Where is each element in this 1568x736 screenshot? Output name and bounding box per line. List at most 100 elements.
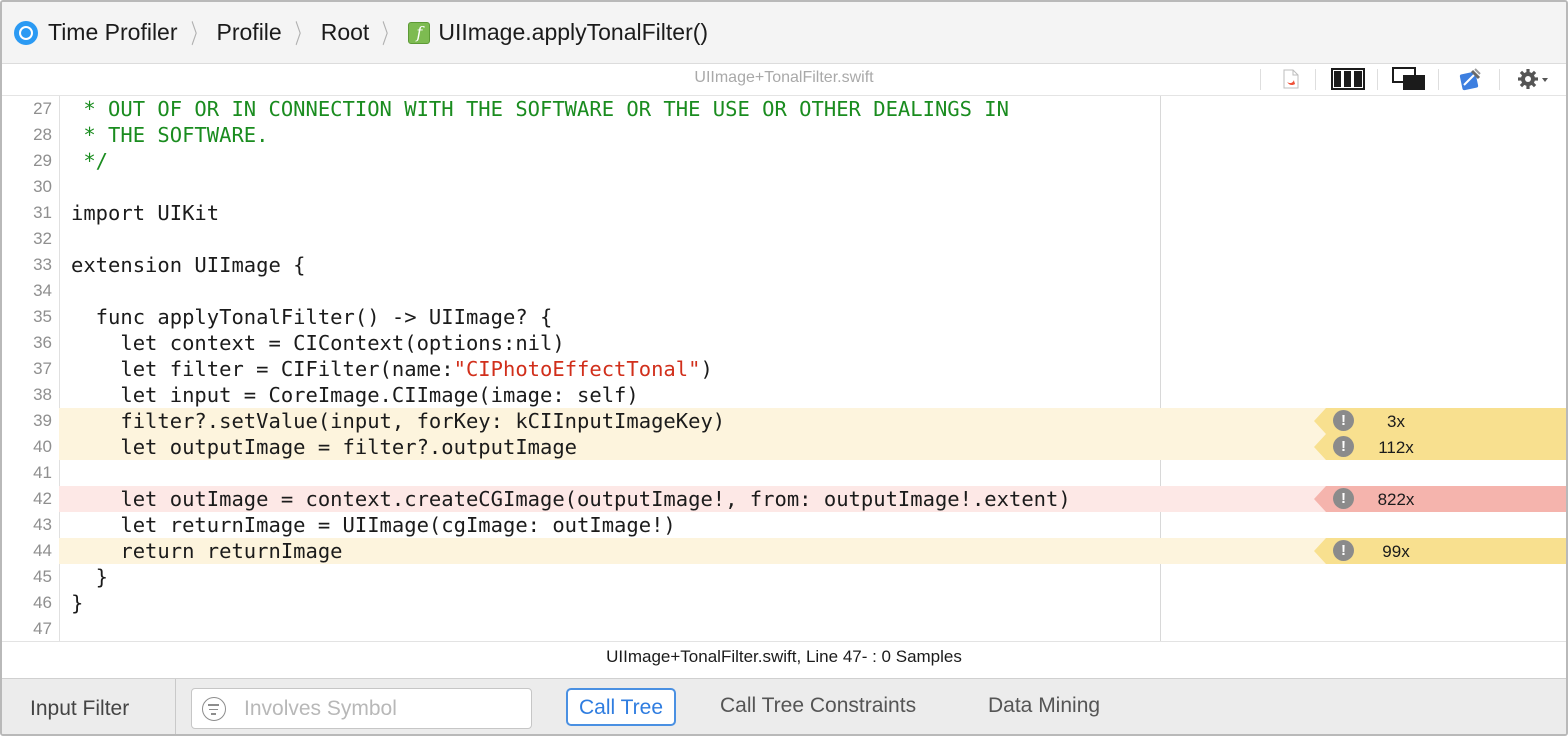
code-line[interactable]: 29 */ xyxy=(2,148,1566,174)
code-token: filter?.setValue(input, forKey: kCIInput… xyxy=(71,409,726,433)
code-token: return returnImage xyxy=(71,539,343,563)
code-text: import UIKit xyxy=(71,200,219,226)
code-line[interactable]: 30 xyxy=(2,174,1566,200)
code-token: import UIKit xyxy=(71,201,220,225)
line-number: 31 xyxy=(33,203,52,222)
line-number: 30 xyxy=(33,177,52,196)
sample-count-badge[interactable]: ! 99x xyxy=(1314,538,1566,564)
tab-call-tree-constraints[interactable]: Call Tree Constraints xyxy=(720,688,916,726)
line-number: 32 xyxy=(33,229,52,248)
code-line[interactable]: 28 * THE SOFTWARE. xyxy=(2,122,1566,148)
code-text: return returnImage xyxy=(71,538,343,564)
code-line[interactable]: 31 import UIKit xyxy=(2,200,1566,226)
code-token: let context = CIContext(options:nil) xyxy=(71,331,565,355)
code-line[interactable]: 37 let filter = CIFilter(name:"CIPhotoEf… xyxy=(2,356,1566,382)
file-header: UIImage+TonalFilter.swift xyxy=(2,64,1566,96)
line-number: 40 xyxy=(33,437,52,456)
breadcrumb-item-function[interactable]: f UIImage.applyTonalFilter() xyxy=(408,19,708,46)
time-profiler-window: Time Profiler 〉 Profile 〉 Root 〉 f UIIma… xyxy=(0,0,1568,736)
sample-count-badge[interactable]: ! 822x xyxy=(1314,486,1566,512)
filter-icon xyxy=(202,697,226,721)
xcode-icon[interactable] xyxy=(1457,67,1483,91)
breadcrumb-item-profile[interactable]: Profile xyxy=(217,19,282,46)
split-columns-icon[interactable] xyxy=(1330,67,1366,91)
input-filter-label: Input Filter xyxy=(30,697,130,720)
code-token: let filter = CIFilter(name: xyxy=(71,357,454,381)
line-number: 27 xyxy=(33,99,52,118)
sample-count: 822x xyxy=(1377,490,1415,509)
breadcrumb-separator-icon: 〉 xyxy=(382,19,397,49)
filter-bar: Input Filter Call Tree Call Tree Constra… xyxy=(2,678,1566,734)
line-number: 33 xyxy=(33,255,52,274)
line-number: 44 xyxy=(33,541,52,560)
code-line[interactable]: 33 extension UIImage { xyxy=(2,252,1566,278)
involves-symbol-search[interactable] xyxy=(191,688,532,729)
filter-bar-divider xyxy=(175,679,176,734)
sample-count: 112x xyxy=(1378,438,1414,457)
code-token: extension UIImage { xyxy=(71,253,306,277)
line-number: 42 xyxy=(33,489,52,508)
breadcrumb-label-app: Time Profiler xyxy=(48,19,178,45)
code-line[interactable]: 39 filter?.setValue(input, forKey: kCIIn… xyxy=(2,408,1566,434)
tab-data-mining[interactable]: Data Mining xyxy=(988,688,1100,726)
line-number: 45 xyxy=(33,567,52,586)
sample-count-badge[interactable]: ! 3x xyxy=(1314,408,1566,434)
line-number: 38 xyxy=(33,385,52,404)
code-line[interactable]: 32 xyxy=(2,226,1566,252)
code-text: } xyxy=(71,590,83,616)
code-line[interactable]: 36 let context = CIContext(options:nil) xyxy=(2,330,1566,356)
code-token: } xyxy=(71,591,84,615)
code-comment: */ xyxy=(71,149,109,173)
sample-count: 99x xyxy=(1382,542,1410,561)
breadcrumb-label-function: UIImage.applyTonalFilter() xyxy=(438,19,709,45)
code-token: let outImage = context.createCGImage(out… xyxy=(71,487,1071,511)
line-number: 46 xyxy=(33,593,52,612)
gear-menu-icon[interactable] xyxy=(1516,67,1552,91)
exclamation-icon: ! xyxy=(1333,488,1354,509)
code-comment: * OUT OF OR IN CONNECTION WITH THE SOFTW… xyxy=(71,97,1009,121)
breadcrumb-item-root[interactable]: Root xyxy=(321,19,370,46)
code-text: */ xyxy=(71,148,108,174)
search-input[interactable] xyxy=(244,695,514,723)
line-number: 28 xyxy=(33,125,52,144)
code-line[interactable]: 42 let outImage = context.createCGImage(… xyxy=(2,486,1566,512)
swift-file-icon[interactable] xyxy=(1281,67,1301,91)
code-comment: * THE SOFTWARE. xyxy=(71,123,269,147)
function-icon: f xyxy=(408,21,431,44)
code-token: let outputImage = filter?.outputImage xyxy=(71,435,578,459)
code-line[interactable]: 35 func applyTonalFilter() -> UIImage? { xyxy=(2,304,1566,330)
line-number: 41 xyxy=(33,463,52,482)
source-code-view[interactable]: 27 * OUT OF OR IN CONNECTION WITH THE SO… xyxy=(2,96,1566,641)
exclamation-icon: ! xyxy=(1333,540,1354,561)
code-line[interactable]: 43 let returnImage = UIImage(cgImage: ou… xyxy=(2,512,1566,538)
tab-call-tree[interactable]: Call Tree xyxy=(566,688,677,726)
code-token: ) xyxy=(700,357,713,381)
code-text: let input = CoreImage.CIImage(image: sel… xyxy=(71,382,638,408)
exclamation-icon: ! xyxy=(1333,410,1354,431)
code-line[interactable]: 46} xyxy=(2,590,1566,616)
code-line[interactable]: 27 * OUT OF OR IN CONNECTION WITH THE SO… xyxy=(2,96,1566,122)
code-line[interactable]: 38 let input = CoreImage.CIImage(image: … xyxy=(2,382,1566,408)
code-line[interactable]: 45 } xyxy=(2,564,1566,590)
breadcrumb-item-time-profiler[interactable]: Time Profiler xyxy=(14,19,178,46)
code-text: extension UIImage { xyxy=(71,252,306,278)
overlapping-windows-icon[interactable] xyxy=(1391,67,1427,91)
code-line[interactable]: 34 xyxy=(2,278,1566,304)
toolbar-divider xyxy=(1499,69,1500,90)
code-line[interactable]: 41 xyxy=(2,460,1566,486)
code-text: let filter = CIFilter(name:"CIPhotoEffec… xyxy=(71,356,713,382)
code-text: let returnImage = UIImage(cgImage: outIm… xyxy=(71,512,675,538)
toolbar-divider xyxy=(1438,69,1439,90)
code-line[interactable]: 47 xyxy=(2,616,1566,642)
line-number: 36 xyxy=(33,333,52,352)
code-line[interactable]: 44 return returnImage! 99x xyxy=(2,538,1566,564)
code-line[interactable]: 40 let outputImage = filter?.outputImage… xyxy=(2,434,1566,460)
code-text: } xyxy=(71,564,108,590)
code-token: func applyTonalFilter() -> UIImage? { xyxy=(71,305,553,329)
breadcrumb-separator-icon: 〉 xyxy=(190,19,205,49)
sample-count-badge[interactable]: ! 112x xyxy=(1314,434,1566,460)
string-literal: "CIPhotoEffectTonal" xyxy=(453,357,701,381)
line-number: 35 xyxy=(33,307,52,326)
breadcrumb-label-profile: Profile xyxy=(216,19,282,45)
code-text: let context = CIContext(options:nil) xyxy=(71,330,565,356)
